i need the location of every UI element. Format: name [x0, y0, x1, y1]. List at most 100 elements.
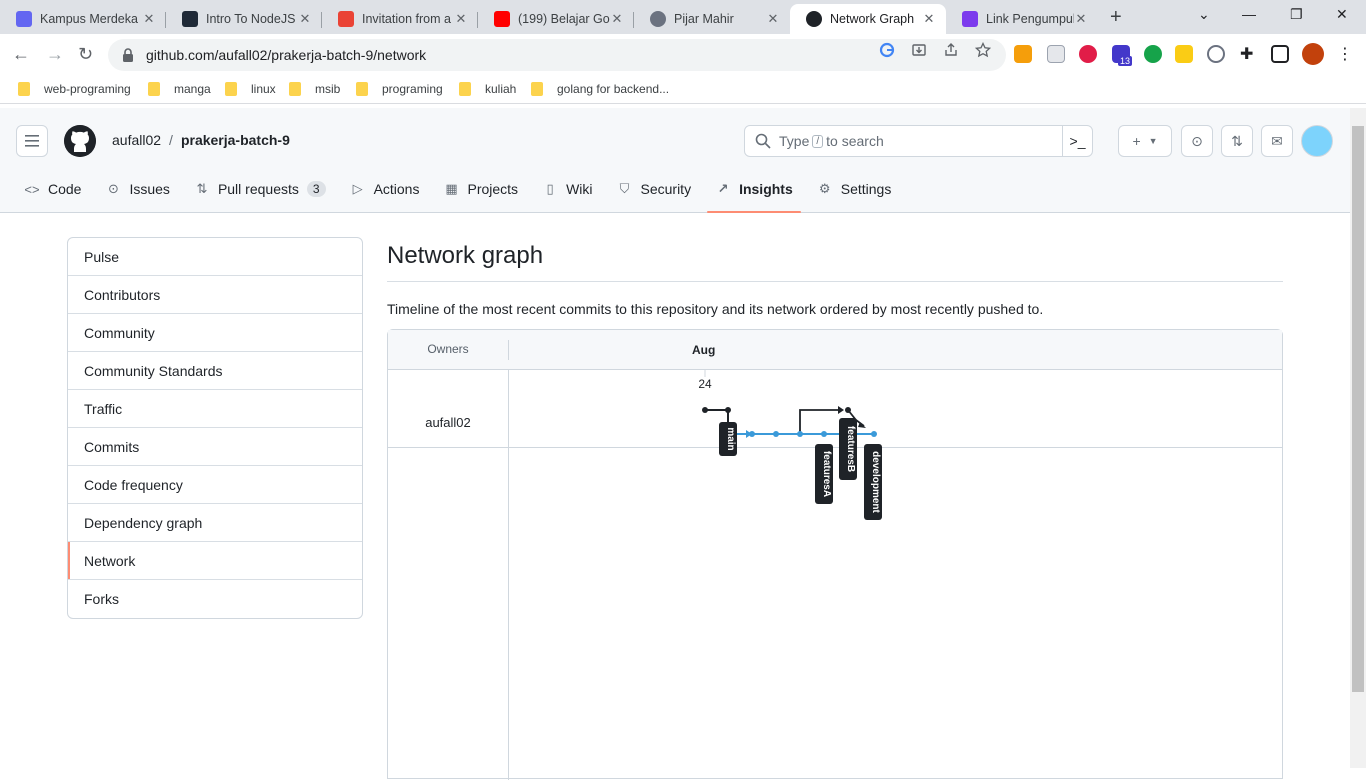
browser-tab[interactable]: Invitation from a ✕: [322, 4, 478, 34]
tab-label: Settings: [840, 181, 892, 197]
close-icon[interactable]: ✕: [766, 11, 780, 27]
sidebar-item-code-frequency[interactable]: Code frequency: [68, 466, 362, 504]
tab-pull-requests[interactable]: ⇅ Pull requests 3: [186, 172, 334, 206]
commit-dot[interactable]: [821, 431, 827, 437]
browser-tab-active[interactable]: Network Graph ✕: [790, 4, 946, 34]
side-panel-icon[interactable]: [1271, 45, 1289, 63]
close-icon[interactable]: ✕: [922, 11, 936, 27]
restore-icon[interactable]: ❐: [1290, 6, 1303, 23]
pencil-extension-icon[interactable]: [1014, 45, 1032, 63]
tab-projects[interactable]: ▦ Projects: [435, 172, 526, 206]
new-tab-button[interactable]: +: [1110, 6, 1122, 29]
sidebar-item-community-standards[interactable]: Community Standards: [68, 352, 362, 390]
branch-label-text: featuresB: [845, 426, 856, 472]
tab-search-chevron-icon[interactable]: ⌄: [1198, 6, 1210, 23]
inbox-icon: ✉: [1271, 132, 1283, 149]
install-app-icon[interactable]: [911, 42, 927, 58]
commit-dot[interactable]: [725, 407, 731, 413]
branch-label-featuresA[interactable]: featuresA: [815, 444, 833, 504]
create-new-button[interactable]: + ▼: [1118, 125, 1172, 157]
bookmark-folder[interactable]: linux: [225, 82, 276, 96]
user-avatar[interactable]: [1301, 125, 1333, 157]
sidebar-item-community[interactable]: Community: [68, 314, 362, 352]
commit-dot[interactable]: [773, 431, 779, 437]
search-placeholder-suffix: to search: [826, 133, 884, 149]
sidebar-item-network[interactable]: Network: [68, 542, 362, 580]
profile-avatar[interactable]: [1302, 43, 1324, 65]
screenshot-extension-icon[interactable]: [1047, 45, 1065, 63]
address-bar[interactable]: github.com/aufall02/prakerja-batch-9/net…: [108, 39, 1006, 71]
tab-security[interactable]: ⛉ Security: [609, 172, 700, 206]
browser-tab[interactable]: (199) Belajar Go- ✕: [478, 4, 634, 34]
sidebar-item-commits[interactable]: Commits: [68, 428, 362, 466]
branch-label-development[interactable]: development: [864, 444, 882, 520]
repo-link[interactable]: prakerja-batch-9: [181, 132, 290, 148]
bookmark-folder[interactable]: kuliah: [459, 82, 516, 96]
tab-insights[interactable]: ↗ Insights: [707, 172, 801, 213]
network-graph[interactable]: Owners Aug aufall02 24 main featuresA fe…: [387, 329, 1283, 780]
branch-label-featuresB[interactable]: featuresB: [839, 418, 857, 480]
browser-tab[interactable]: Kampus Merdeka ✕: [0, 4, 166, 34]
google-icon[interactable]: [879, 42, 895, 58]
commit-dot[interactable]: [871, 431, 877, 437]
sidebar-item-dependency-graph[interactable]: Dependency graph: [68, 504, 362, 542]
shield-icon: ⛉: [619, 181, 630, 196]
github-logo-icon[interactable]: [64, 125, 96, 157]
inbox-button[interactable]: ✉: [1261, 125, 1293, 157]
command-palette-icon[interactable]: >_: [1062, 126, 1092, 156]
reload-icon[interactable]: ↻: [78, 44, 93, 65]
puzzle-extensions-icon[interactable]: ✚: [1240, 44, 1253, 64]
browser-tab[interactable]: Pijar Mahir ✕: [634, 4, 790, 34]
browser-tab[interactable]: Intro To NodeJS ✕: [166, 4, 322, 34]
minimize-icon[interactable]: —: [1242, 6, 1256, 22]
tab-actions[interactable]: ▷ Actions: [342, 172, 428, 206]
kampus-merdeka-favicon-icon: [16, 11, 32, 27]
tab-issues[interactable]: ⊙ Issues: [97, 172, 177, 206]
keep-extension-icon[interactable]: [1175, 45, 1193, 63]
issues-button[interactable]: ⊙: [1181, 125, 1213, 157]
commit-dot[interactable]: [749, 431, 755, 437]
lock-icon[interactable]: [122, 48, 134, 62]
bookmark-label: manga: [174, 82, 211, 96]
scrollbar-thumb[interactable]: [1352, 126, 1364, 692]
owner-link[interactable]: aufall02: [112, 132, 161, 148]
sidebar-item-forks[interactable]: Forks: [68, 580, 362, 618]
close-icon[interactable]: ✕: [1074, 11, 1088, 27]
tab-settings[interactable]: ⚙ Settings: [809, 172, 900, 206]
window-close-icon[interactable]: ✕: [1336, 6, 1348, 23]
pull-requests-button[interactable]: ⇅: [1221, 125, 1253, 157]
devtools-extension-icon[interactable]: [1207, 45, 1225, 63]
adblock-extension-icon[interactable]: [1079, 45, 1097, 63]
tab-code[interactable]: <> Code: [16, 172, 89, 206]
close-icon[interactable]: ✕: [454, 11, 468, 27]
commit-dot[interactable]: [702, 407, 708, 413]
close-icon[interactable]: ✕: [142, 11, 156, 27]
bookmark-star-icon[interactable]: [975, 42, 991, 58]
sidebar-item-contributors[interactable]: Contributors: [68, 276, 362, 314]
back-arrow-icon[interactable]: ←: [12, 44, 30, 65]
commit-dot[interactable]: [797, 431, 803, 437]
hamburger-icon: [25, 135, 39, 147]
bookmark-folder[interactable]: golang for backend...: [531, 82, 669, 96]
bookmark-folder[interactable]: manga: [148, 82, 211, 96]
browser-tab[interactable]: Link Pengumpula ✕: [946, 4, 1098, 34]
pull-request-count: 3: [306, 181, 326, 197]
bookmark-folder[interactable]: web-programing: [18, 82, 131, 96]
branch-label-main[interactable]: main: [719, 422, 737, 456]
hamburger-menu-button[interactable]: [16, 125, 48, 157]
close-icon[interactable]: ✕: [610, 11, 624, 27]
close-icon[interactable]: ✕: [298, 11, 312, 27]
forward-arrow-icon[interactable]: →: [46, 44, 64, 65]
search-icon: [755, 133, 771, 149]
page-scrollbar[interactable]: [1350, 108, 1366, 768]
search-input[interactable]: Type / to search >_: [744, 125, 1093, 157]
tab-wiki[interactable]: ▯ Wiki: [534, 172, 600, 206]
share-icon[interactable]: [943, 42, 959, 58]
sidebar-item-traffic[interactable]: Traffic: [68, 390, 362, 428]
bookmark-folder[interactable]: programing: [356, 82, 443, 96]
browser-menu-icon[interactable]: ⋮: [1337, 44, 1353, 64]
issue-icon: ⊙: [108, 181, 119, 196]
sidebar-item-pulse[interactable]: Pulse: [68, 238, 362, 276]
bookmark-folder[interactable]: msib: [289, 82, 340, 96]
globe-extension-icon[interactable]: [1144, 45, 1162, 63]
